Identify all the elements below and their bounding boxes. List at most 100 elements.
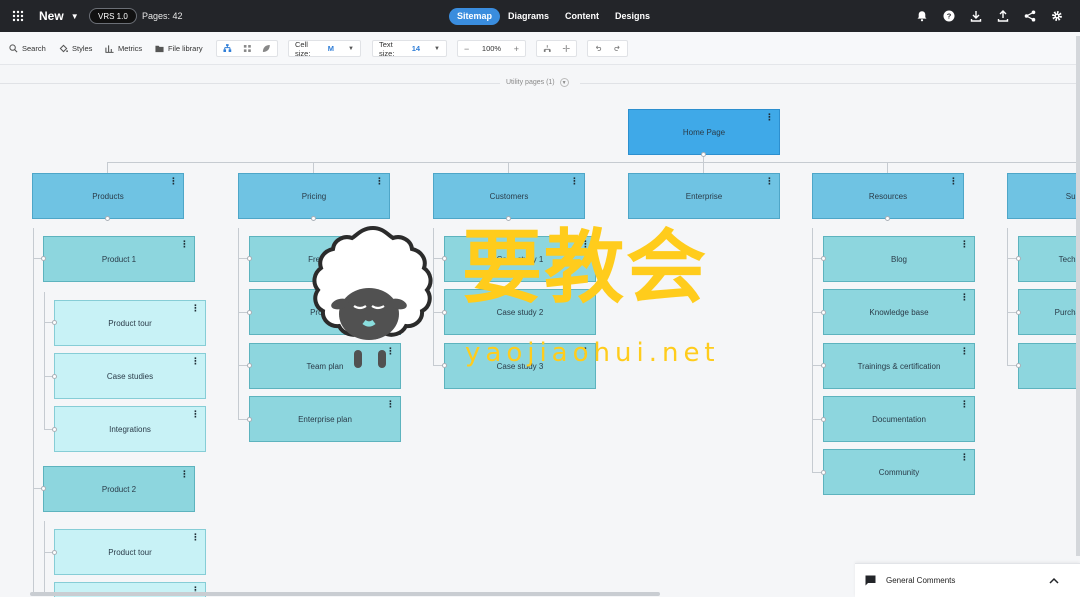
apps-grid-icon[interactable] <box>12 0 26 32</box>
sitemap-node-community[interactable]: Community ⋮ <box>823 449 975 495</box>
connector-dot <box>821 310 826 315</box>
chevron-down-icon: ▼ <box>70 11 79 21</box>
sitemap-node-resources[interactable]: Resources ⋮ <box>812 173 964 219</box>
search-label: Search <box>22 44 46 53</box>
expand-icon[interactable] <box>562 44 571 53</box>
connector-dot <box>52 374 57 379</box>
more-vertical-icon[interactable]: ⋮ <box>375 177 384 186</box>
paint-bucket-icon <box>59 44 68 53</box>
sitemap-node-enterprise[interactable]: Enterprise ⋮ <box>628 173 780 219</box>
settings-icon[interactable] <box>1043 10 1070 22</box>
node-label: Blog <box>890 254 907 264</box>
download-icon[interactable] <box>962 10 989 22</box>
metrics-button[interactable]: Metrics <box>105 41 142 56</box>
cell-size-value: M <box>327 44 335 53</box>
more-vertical-icon[interactable]: ⋮ <box>960 293 969 302</box>
more-vertical-icon[interactable]: ⋮ <box>765 177 774 186</box>
more-vertical-icon[interactable]: ⋮ <box>180 240 189 249</box>
more-vertical-icon[interactable]: ⋮ <box>191 357 200 366</box>
more-vertical-icon[interactable]: ⋮ <box>765 113 774 122</box>
sitemap-node-product-1[interactable]: Product 1 ⋮ <box>43 236 195 282</box>
sitemap-node-support-child[interactable]: Techn <box>1018 236 1080 282</box>
more-vertical-icon[interactable]: ⋮ <box>191 410 200 419</box>
sitemap-node-trainings[interactable]: Trainings & certification ⋮ <box>823 343 975 389</box>
more-vertical-icon[interactable]: ⋮ <box>960 347 969 356</box>
more-vertical-icon[interactable]: ⋮ <box>191 304 200 313</box>
sitemap-node-case-studies[interactable]: Case studies ⋮ <box>54 353 206 399</box>
sitemap-node-product-2[interactable]: Product 2 ⋮ <box>43 466 195 512</box>
file-library-button[interactable]: File library <box>155 41 203 56</box>
utility-pages-toggle[interactable]: Utility pages (1) ▼ <box>506 78 569 87</box>
connector-dot <box>701 152 706 157</box>
sitemap-node-home[interactable]: Home Page ⋮ <box>628 109 780 155</box>
tab-designs[interactable]: Designs <box>607 8 658 25</box>
more-vertical-icon[interactable]: ⋮ <box>191 533 200 542</box>
connector <box>107 162 108 173</box>
sitemap-node-blog[interactable]: Blog ⋮ <box>823 236 975 282</box>
connector <box>812 228 813 473</box>
grid-view-icon[interactable] <box>243 44 252 53</box>
search-icon <box>9 44 18 53</box>
sitemap-node-pricing[interactable]: Pricing ⋮ <box>238 173 390 219</box>
upload-icon[interactable] <box>989 10 1016 22</box>
zoom-level: 100% <box>481 44 502 53</box>
more-vertical-icon[interactable]: ⋮ <box>386 400 395 409</box>
tab-sitemap[interactable]: Sitemap <box>449 7 501 25</box>
comment-icon <box>865 575 876 586</box>
zoom-in-button[interactable]: + <box>514 44 519 54</box>
collapse-icon[interactable] <box>543 44 552 53</box>
sitemap-node-documentation[interactable]: Documentation ⋮ <box>823 396 975 442</box>
cell-size-select[interactable]: Cell size: M ▼ <box>288 40 361 58</box>
topbar-actions: ? <box>908 0 1070 32</box>
tab-diagrams[interactable]: Diagrams <box>500 8 557 25</box>
connector-dot <box>247 256 252 261</box>
horizontal-scrollbar[interactable] <box>30 592 660 596</box>
zoom-out-button[interactable]: − <box>464 44 469 54</box>
search-button[interactable]: Search <box>9 41 46 56</box>
text-size-label: Text size: <box>379 39 395 58</box>
sitemap-node-products[interactable]: Products ⋮ <box>32 173 184 219</box>
sitemap-node-support-child[interactable]: Purcha <box>1018 289 1080 335</box>
text-size-select[interactable]: Text size: 14 ▼ <box>372 39 447 58</box>
vertical-scrollbar[interactable] <box>1076 36 1080 556</box>
connector-dot <box>885 216 890 221</box>
connector <box>238 228 239 419</box>
sitemap-node-product-tour[interactable]: Product tour ⋮ <box>54 300 206 346</box>
more-vertical-icon[interactable]: ⋮ <box>570 177 579 186</box>
sitemap-node-product-tour[interactable]: Product tour ⋮ <box>54 529 206 575</box>
more-vertical-icon[interactable]: ⋮ <box>960 240 969 249</box>
more-vertical-icon[interactable]: ⋮ <box>960 453 969 462</box>
sitemap-node-customers[interactable]: Customers ⋮ <box>433 173 585 219</box>
project-title-label: New <box>39 9 64 23</box>
version-badge[interactable]: VRS 1.0 <box>89 8 137 24</box>
general-comments-panel[interactable]: General Comments <box>855 563 1080 597</box>
more-vertical-icon[interactable]: ⋮ <box>169 177 178 186</box>
tab-content[interactable]: Content <box>557 8 607 25</box>
more-vertical-icon[interactable]: ⋮ <box>180 470 189 479</box>
node-label: Product 1 <box>101 254 137 264</box>
leaf-view-icon[interactable] <box>262 44 271 53</box>
share-icon[interactable] <box>1016 10 1043 22</box>
folder-icon <box>155 45 164 53</box>
view-mode-group <box>216 40 278 57</box>
undo-icon[interactable] <box>594 44 602 53</box>
more-vertical-icon[interactable]: ⋮ <box>949 177 958 186</box>
more-vertical-icon[interactable]: ⋮ <box>960 400 969 409</box>
sitemap-node-enterprise-plan[interactable]: Enterprise plan ⋮ <box>249 396 401 442</box>
redo-icon[interactable] <box>613 44 622 53</box>
project-title[interactable]: New ▼ <box>39 0 79 32</box>
node-label: Case studies <box>106 371 154 381</box>
bell-icon[interactable] <box>908 10 935 22</box>
help-icon[interactable]: ? <box>935 10 962 22</box>
sitemap-node-knowledge-base[interactable]: Knowledge base ⋮ <box>823 289 975 335</box>
connector <box>508 162 509 173</box>
sitemap-node-support-child[interactable] <box>1018 343 1080 389</box>
connector-dot <box>1016 310 1021 315</box>
styles-button[interactable]: Styles <box>59 41 92 56</box>
sitemap-node-support[interactable]: Sup <box>1007 173 1080 219</box>
chevron-up-icon[interactable] <box>1048 575 1060 587</box>
sitemap-node-integrations[interactable]: Integrations ⋮ <box>54 406 206 452</box>
pages-count: Pages: 42 <box>142 11 183 21</box>
connector-dot <box>821 417 826 422</box>
tree-view-icon[interactable] <box>223 44 232 53</box>
